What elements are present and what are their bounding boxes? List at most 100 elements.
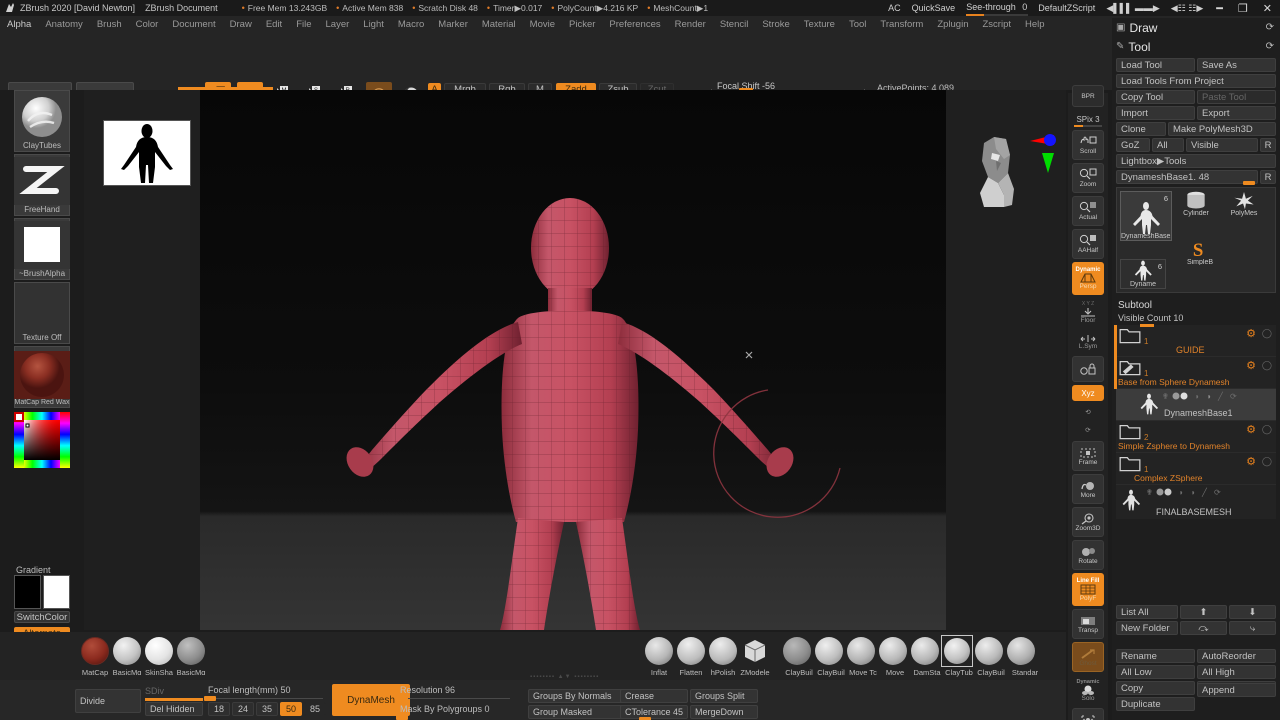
zscript-label[interactable]: DefaultZScript [1038, 3, 1095, 13]
load-tools-from-project-button[interactable]: Load Tools From Project [1116, 74, 1276, 88]
menu-stencil[interactable]: Stencil [713, 19, 756, 30]
local-symmetry-button[interactable]: L.Sym [1072, 329, 1104, 355]
material-swatch-basicm2[interactable] [177, 637, 205, 665]
menu-material[interactable]: Material [475, 19, 523, 30]
lightbox-tools-button[interactable]: Lightbox▶Tools [1116, 154, 1276, 168]
mask-by-polygroups-knob[interactable] [396, 715, 408, 720]
paste-tool-button[interactable]: Paste Tool [1197, 90, 1276, 104]
save-as-button[interactable]: Save As [1197, 58, 1276, 72]
menu-preferences[interactable]: Preferences [602, 19, 667, 30]
floor-button[interactable]: X Y Z Floor [1072, 298, 1104, 326]
brush-line-icon[interactable]: ╱ [1202, 488, 1207, 497]
load-tool-button[interactable]: Load Tool [1116, 58, 1195, 72]
groups-split-button[interactable]: Groups Split [690, 689, 758, 703]
visible-count-slider[interactable]: Visible Count 10 [1116, 313, 1276, 323]
subtool-section-header[interactable]: Subtool [1112, 296, 1280, 313]
brush-swatch-movetopological[interactable] [847, 637, 875, 665]
move-down-button[interactable]: ⬇ [1229, 605, 1276, 619]
sdiv-slider-fill[interactable] [145, 698, 203, 701]
menu-picker[interactable]: Picker [562, 19, 602, 30]
primary-color-swatch[interactable] [14, 575, 41, 609]
clone-button[interactable]: Clone [1116, 122, 1166, 136]
visibility-icon[interactable]: ◯ [1262, 328, 1272, 339]
more-button[interactable]: More [1072, 474, 1104, 504]
close-icon[interactable]: ✕ [1261, 2, 1274, 15]
menu-light[interactable]: Light [356, 19, 391, 30]
focal-24-button[interactable]: 24 [232, 702, 254, 716]
menu-transform[interactable]: Transform [873, 19, 930, 30]
brush-swatch-move[interactable] [879, 637, 907, 665]
goz-r-button[interactable]: R [1260, 138, 1276, 152]
eye-toggle-icon[interactable]: ✟ [1146, 488, 1153, 497]
menu-document[interactable]: Document [165, 19, 222, 30]
model-silhouette-thumbnail[interactable] [103, 120, 191, 186]
menu-file[interactable]: File [289, 19, 318, 30]
restore-icon[interactable]: ❐ [1236, 2, 1250, 15]
see-through-slider[interactable]: See-through 0 [966, 2, 1029, 16]
actual-size-button[interactable]: Actual [1072, 196, 1104, 226]
switch-color-button[interactable]: SwitchColor [14, 611, 70, 623]
visibility-icon[interactable]: ◯ [1262, 424, 1272, 435]
bpr-render-button[interactable]: BPR [1072, 85, 1104, 107]
shade-split-icon[interactable]: ◑ [1190, 488, 1195, 497]
eye-toggle-icon[interactable]: ✟ [1162, 392, 1169, 401]
resolution-track[interactable] [400, 698, 510, 699]
menu-anatomy[interactable]: Anatomy [38, 19, 90, 30]
gear-icon[interactable]: ⚙ [1246, 423, 1256, 436]
menu-draw[interactable]: Draw [223, 19, 259, 30]
subtool-row-dynameshbase1[interactable]: ✟ ◑ ◑ ╱ ⟳ DynameshBase1 [1116, 389, 1276, 421]
move-in-button[interactable]: ⤷ [1229, 621, 1276, 635]
window-arrange-icons[interactable]: ◀☷ ☷▶ [1171, 3, 1203, 14]
menu-tool[interactable]: Tool [842, 19, 873, 30]
goz-visible-button[interactable]: Visible [1186, 138, 1258, 152]
divide-button[interactable]: Divide [75, 689, 141, 713]
gear-icon[interactable]: ⚙ [1246, 327, 1256, 340]
minimize-icon[interactable]: ━ [1214, 2, 1225, 15]
tool-reset-icon[interactable]: ⟳ [1266, 41, 1274, 52]
gear-icon[interactable]: ⚙ [1246, 455, 1256, 468]
spix-slider[interactable]: SPix 3 [1072, 114, 1104, 128]
brush-line-icon[interactable]: ╱ [1218, 392, 1223, 401]
duplicate-button[interactable]: Duplicate [1116, 697, 1195, 711]
visibility-icon[interactable]: ◯ [1262, 360, 1272, 371]
aahalf-button[interactable]: AAHalf [1072, 229, 1104, 259]
gear-icon[interactable]: ⚙ [1246, 359, 1256, 372]
material-swatch-matcap[interactable] [81, 637, 109, 665]
rotate-cw-button[interactable]: ⟳ [1072, 422, 1104, 438]
quicksave-button[interactable]: QuickSave [912, 3, 956, 13]
all-high-button[interactable]: All High [1197, 665, 1276, 679]
zoom-button[interactable]: Zoom [1072, 163, 1104, 193]
subtool-toggle-group[interactable] [1156, 488, 1174, 496]
focal-35-button[interactable]: 35 [256, 702, 278, 716]
shade-half-icon[interactable]: ◑ [1194, 392, 1199, 401]
tool-item-cylinder[interactable]: Cylinder [1174, 191, 1218, 217]
del-hidden-button[interactable]: Del Hidden [145, 702, 203, 716]
frame-button[interactable]: Frame [1072, 441, 1104, 471]
new-folder-button[interactable]: New Folder [1116, 621, 1178, 635]
focal-length-track[interactable] [208, 698, 323, 699]
menu-macro[interactable]: Macro [391, 19, 431, 30]
orientation-head-gizmo[interactable] [960, 125, 1056, 215]
menu-zscript[interactable]: Zscript [976, 19, 1019, 30]
transparency-button[interactable]: Transp [1072, 609, 1104, 639]
menu-stroke[interactable]: Stroke [755, 19, 796, 30]
material-selector[interactable]: MatCap Red Wax [14, 346, 70, 408]
menu-movie[interactable]: Movie [523, 19, 562, 30]
sculpt-viewport[interactable] [200, 90, 946, 630]
draw-reset-icon[interactable]: ⟳ [1266, 22, 1274, 33]
current-tool-slider[interactable]: DynameshBase1. 48 [1116, 170, 1258, 185]
brush-swatch-hpolish[interactable] [709, 637, 737, 665]
reset-icon[interactable]: ⟳ [1230, 392, 1237, 401]
perspective-button[interactable]: Dynamic Persp [1072, 262, 1104, 295]
menu-marker[interactable]: Marker [431, 19, 475, 30]
subtool-toggle-group[interactable] [1172, 392, 1190, 400]
shade-half-icon[interactable]: ◑ [1178, 488, 1183, 497]
stroke-selector[interactable]: FreeHand [14, 154, 70, 216]
panel-grip[interactable]: ▪▪▪▪▪▪▪▪ ▲▼ ▪▪▪▪▪▪▪▪ [530, 674, 610, 682]
subtool-row-guide[interactable]: 1 GUIDE ⚙ ◯ [1114, 325, 1276, 357]
ac-button[interactable]: AC [888, 3, 901, 13]
color-picker[interactable] [14, 412, 70, 474]
subtool-row-simple-zsphere[interactable]: 2 Simple Zsphere to Dynamesh ⚙ ◯ [1116, 421, 1276, 453]
import-button[interactable]: Import [1116, 106, 1195, 120]
xpose-button[interactable]: Xpose [1072, 708, 1104, 720]
